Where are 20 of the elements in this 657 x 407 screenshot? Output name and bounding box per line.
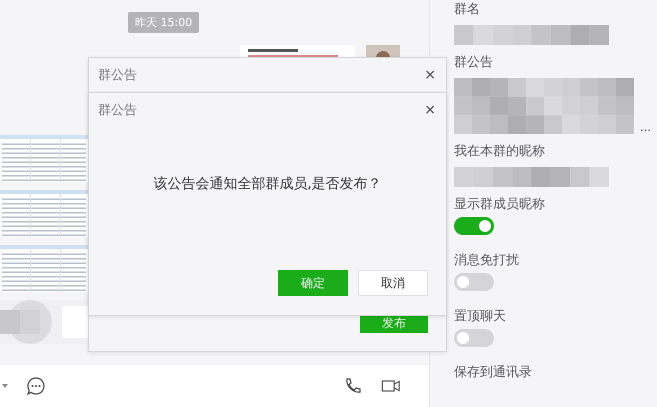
timestamp: 昨天 15:00 — [128, 12, 200, 33]
setting-label: 消息免打扰 — [454, 252, 519, 270]
caret-icon[interactable] — [2, 384, 8, 388]
toggle-switch[interactable] — [454, 217, 494, 235]
setting-label: 群公告 — [454, 54, 493, 72]
close-button[interactable]: × — [422, 67, 438, 83]
dialog-title: 群公告 — [98, 67, 137, 84]
setting-label: 置顶聊天 — [454, 308, 506, 326]
setting-label: 我在本群的昵称 — [454, 143, 545, 161]
close-button[interactable]: × — [422, 102, 438, 118]
dialog-title: 群公告 — [98, 102, 137, 119]
cancel-button[interactable]: 取消 — [358, 270, 428, 296]
toggle-switch[interactable] — [454, 329, 494, 347]
ellipsis: … — [640, 121, 651, 134]
chat-bubble-icon[interactable] — [26, 376, 46, 396]
setting-label: 保存到通讯录 — [454, 364, 532, 382]
setting-label: 显示群成员昵称 — [454, 196, 545, 214]
toggle-switch[interactable] — [454, 273, 494, 291]
setting-label: 群名 — [454, 1, 480, 19]
confirm-message: 该公告会通知全部群成员,是否发布？ — [152, 175, 383, 193]
